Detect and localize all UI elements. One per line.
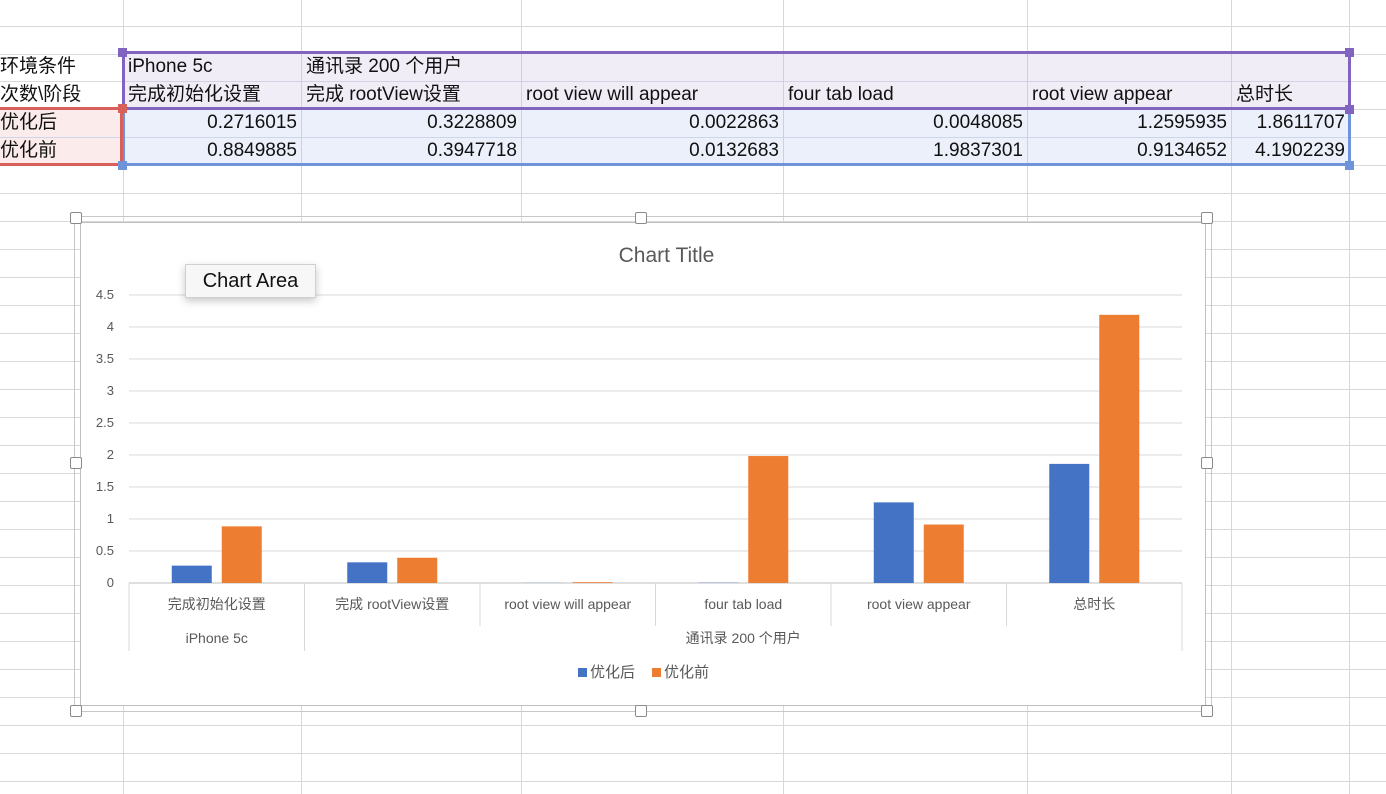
chart-handle-bl[interactable]	[70, 705, 82, 717]
legend-swatch	[578, 668, 587, 677]
x-category-label: four tab load	[704, 596, 782, 612]
chart-handle-bm[interactable]	[635, 705, 647, 717]
legend-swatch	[652, 668, 661, 677]
chart-handle-tm[interactable]	[635, 212, 647, 224]
cell-row-header-condition[interactable]: 环境条件	[0, 53, 122, 81]
chart-handle-tl[interactable]	[70, 212, 82, 224]
bar-before	[397, 557, 438, 583]
bar-before	[748, 456, 789, 583]
bar-after	[171, 565, 212, 583]
y-tick-label: 0.5	[96, 543, 114, 558]
x-group-label: 通讯录 200 个用户	[686, 630, 801, 646]
y-tick-label: 2	[107, 447, 114, 462]
legend-label: 优化前	[664, 664, 709, 681]
chart-handle-mr[interactable]	[1201, 457, 1213, 469]
chart-handle-tr[interactable]	[1201, 212, 1213, 224]
bar-before	[923, 524, 964, 583]
chart-handle-br[interactable]	[1201, 705, 1213, 717]
chart-title: Chart Title	[619, 244, 715, 267]
y-tick-label: 3	[107, 383, 114, 398]
bar-after	[873, 502, 914, 583]
blue-range-handle-br[interactable]	[1345, 161, 1354, 170]
legend-label: 优化后	[590, 664, 635, 681]
blue-range-handle-bl[interactable]	[118, 161, 127, 170]
purple-range-border	[122, 51, 1351, 110]
bar-after	[1049, 463, 1090, 583]
purple-range-handle-tl[interactable]	[118, 48, 127, 57]
red-range-border	[0, 107, 123, 166]
y-tick-label: 4	[107, 319, 114, 334]
purple-range-handle-tr[interactable]	[1345, 48, 1354, 57]
purple-range-handle-br[interactable]	[1345, 105, 1354, 114]
x-category-label: 完成 rootView设置	[335, 596, 449, 612]
x-category-label: 总时长	[1073, 596, 1115, 612]
y-tick-label: 4.5	[96, 287, 114, 302]
red-range-handle-tr[interactable]	[118, 104, 127, 113]
bar-before	[572, 582, 613, 583]
chart-area-tooltip: Chart Area	[185, 264, 316, 298]
bar-after	[347, 562, 388, 583]
y-tick-label: 1	[107, 511, 114, 526]
y-tick-label: 3.5	[96, 351, 114, 366]
cell-row-header-stage[interactable]: 次数\阶段	[0, 81, 122, 109]
blue-range-border	[122, 109, 1351, 166]
bar-before	[221, 526, 262, 583]
x-category-label: root view will appear	[504, 596, 631, 612]
y-tick-label: 2.5	[96, 415, 114, 430]
bar-before	[1099, 314, 1140, 583]
x-category-label: root view appear	[867, 596, 971, 612]
x-group-label: iPhone 5c	[186, 630, 248, 646]
y-tick-label: 0	[107, 575, 114, 590]
chart-handle-ml[interactable]	[70, 457, 82, 469]
y-tick-label: 1.5	[96, 479, 114, 494]
x-category-label: 完成初始化设置	[168, 596, 266, 612]
